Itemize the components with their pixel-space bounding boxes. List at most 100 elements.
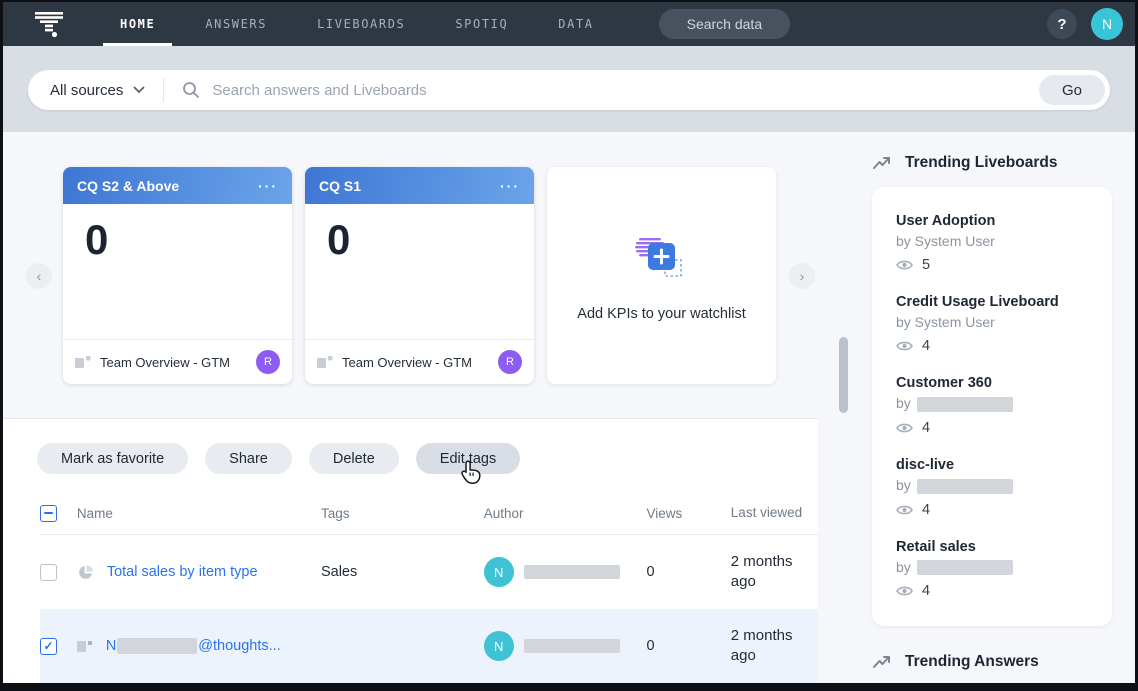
trending-liveboards-header: Trending Liveboards: [872, 154, 1112, 172]
add-kpi-card[interactable]: Add KPIs to your watchlist: [547, 167, 776, 384]
row-views: 0: [647, 564, 731, 580]
search-row: All sources Go: [3, 46, 1135, 132]
owner-avatar[interactable]: R: [498, 350, 522, 374]
trending-item[interactable]: User Adoption by System User 5: [896, 213, 1088, 273]
help-button[interactable]: ?: [1047, 9, 1077, 39]
row-checkbox[interactable]: [40, 564, 57, 581]
trending-liveboards-card: User Adoption by System User 5 Credit Us…: [872, 187, 1112, 626]
trending-answers-header: Trending Answers: [872, 653, 1112, 671]
eye-icon: [896, 422, 913, 434]
table-row[interactable]: Total sales by item type Sales N 0 2 mon…: [40, 535, 818, 609]
eye-icon: [896, 259, 913, 271]
trending-item-views: 5: [922, 257, 930, 273]
tab-spotiq[interactable]: SPOTIQ: [430, 2, 533, 46]
pie-chart-icon: [77, 564, 94, 581]
name-prefix: N: [106, 638, 116, 654]
tab-liveboards[interactable]: LIVEBOARDS: [292, 2, 430, 46]
trending-item-name[interactable]: Credit Usage Liveboard: [896, 294, 1088, 310]
liveboard-name-link[interactable]: N@thoughts...: [106, 638, 281, 654]
trending-item[interactable]: disc-live by 4: [896, 457, 1088, 518]
trending-item-name[interactable]: User Adoption: [896, 213, 1088, 229]
header-views[interactable]: Views: [647, 506, 731, 521]
main-panel: CQ S2 & Above ··· 0 Team Overview - GTM …: [3, 132, 818, 683]
edit-tags-button[interactable]: Edit tags: [416, 443, 520, 474]
trending-item[interactable]: Credit Usage Liveboard by System User 4: [896, 294, 1088, 354]
section-title: Trending Answers: [905, 653, 1039, 671]
name-redacted: [117, 638, 197, 654]
kpi-footer[interactable]: Team Overview - GTM R: [305, 339, 534, 384]
header-name[interactable]: Name: [77, 506, 321, 521]
top-nav: HOME ANSWERS LIVEBOARDS SPOTIQ DATA Sear…: [3, 2, 1135, 46]
author-name-redacted: [917, 397, 1013, 412]
share-button[interactable]: Share: [205, 443, 292, 474]
scrollbar-track[interactable]: [818, 132, 851, 683]
by-label: by: [896, 559, 911, 575]
eye-icon: [896, 585, 913, 597]
table-row[interactable]: ✓ N@thoughts...: [40, 609, 818, 683]
kpi-menu-button[interactable]: ···: [258, 178, 278, 194]
answer-name-link[interactable]: Total sales by item type: [107, 564, 258, 580]
kpi-source-label: Team Overview - GTM: [342, 355, 489, 370]
delete-button[interactable]: Delete: [309, 443, 399, 474]
trending-item-author: by System User: [896, 314, 1088, 330]
trend-icon: [872, 653, 892, 671]
source-selector[interactable]: All sources: [28, 82, 163, 99]
section-title: Trending Liveboards: [905, 154, 1057, 172]
header-tags[interactable]: Tags: [321, 506, 484, 521]
go-button[interactable]: Go: [1039, 75, 1105, 105]
kpi-value: 0: [63, 204, 292, 339]
user-avatar[interactable]: N: [1091, 8, 1123, 40]
kpi-footer[interactable]: Team Overview - GTM R: [63, 339, 292, 384]
scrollbar-thumb[interactable]: [839, 337, 848, 413]
search-input-wrap: [164, 81, 1039, 99]
add-kpi-label: Add KPIs to your watchlist: [577, 306, 745, 322]
row-tags: Sales: [321, 564, 484, 580]
tab-home[interactable]: HOME: [95, 2, 180, 46]
carousel-prev-button[interactable]: ‹: [26, 263, 52, 289]
tab-data[interactable]: DATA: [533, 2, 618, 46]
trending-item-name[interactable]: disc-live: [896, 457, 1088, 473]
author-avatar: N: [484, 557, 514, 587]
trending-item[interactable]: Customer 360 by 4: [896, 375, 1088, 436]
row-last-viewed: 2 months ago: [731, 626, 818, 667]
row-views: 0: [647, 638, 731, 654]
author-name-redacted: [917, 560, 1013, 575]
liveboard-icon: [317, 355, 333, 370]
trending-item-views: 4: [922, 502, 930, 518]
owner-avatar[interactable]: R: [256, 350, 280, 374]
search-data-button[interactable]: Search data: [659, 9, 791, 39]
search-input[interactable]: [212, 82, 1039, 99]
chevron-down-icon: [133, 86, 145, 94]
trending-item-author: by System User: [896, 233, 1088, 249]
content: CQ S2 & Above ··· 0 Team Overview - GTM …: [3, 132, 1135, 683]
trending-item-views: 4: [922, 420, 930, 436]
kpi-card-cq-s1[interactable]: CQ S1 ··· 0 Team Overview - GTM R: [305, 167, 534, 384]
kpi-title: CQ S1: [319, 178, 361, 194]
window-frame: HOME ANSWERS LIVEBOARDS SPOTIQ DATA Sear…: [0, 0, 1138, 691]
eye-icon: [896, 504, 913, 516]
source-selector-label: All sources: [50, 82, 123, 99]
trend-icon: [872, 154, 892, 172]
trending-sidebar: Trending Liveboards User Adoption by Sys…: [851, 132, 1135, 683]
search-bar: All sources Go: [28, 70, 1110, 110]
select-all-checkbox[interactable]: [40, 505, 57, 522]
row-checkbox[interactable]: ✓: [40, 638, 57, 655]
trending-item-name[interactable]: Retail sales: [896, 539, 1088, 555]
objects-table: Name Tags Author Views Last viewed: [40, 500, 818, 683]
header-author[interactable]: Author: [484, 506, 647, 521]
tab-answers[interactable]: ANSWERS: [180, 2, 292, 46]
trending-item-views: 4: [922, 583, 930, 599]
liveboard-icon: [77, 639, 93, 654]
kpi-card-cq-s2[interactable]: CQ S2 & Above ··· 0 Team Overview - GTM …: [63, 167, 292, 384]
thoughtspot-logo[interactable]: [3, 2, 95, 46]
trending-item-author: by: [896, 559, 1088, 576]
carousel-next-button[interactable]: ›: [789, 263, 815, 289]
author-avatar: N: [484, 631, 514, 661]
header-last-viewed[interactable]: Last viewed: [731, 504, 818, 522]
mark-favorite-button[interactable]: Mark as favorite: [37, 443, 188, 474]
table-header: Name Tags Author Views Last viewed: [40, 500, 818, 526]
by-label: by: [896, 477, 911, 493]
trending-item-name[interactable]: Customer 360: [896, 375, 1088, 391]
kpi-menu-button[interactable]: ···: [500, 178, 520, 194]
trending-item[interactable]: Retail sales by 4: [896, 539, 1088, 600]
